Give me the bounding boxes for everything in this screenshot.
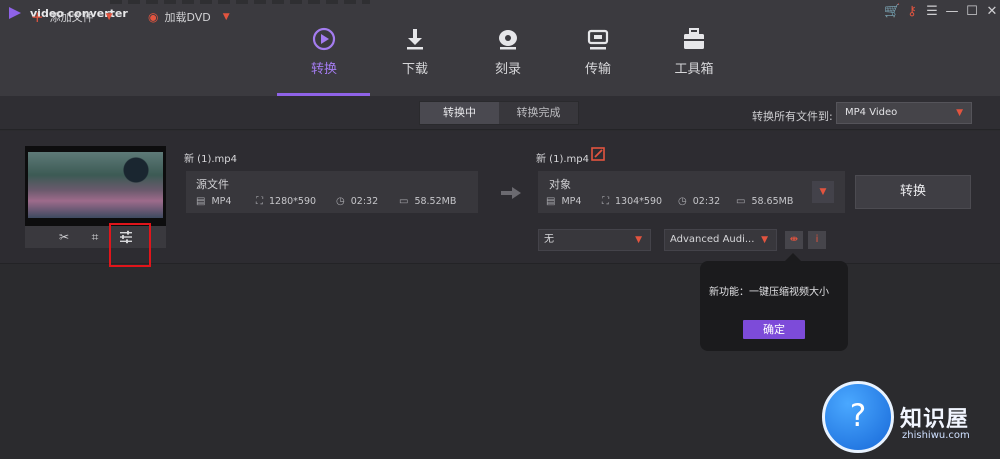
resolution-icon: ⛶ [256, 196, 263, 207]
source-resolution: 1280*590 [269, 196, 317, 207]
subtitle-select[interactable]: 无 ▼ [538, 229, 651, 251]
film-icon: ▤ [546, 196, 556, 207]
source-panel-title: 源文件 [196, 178, 229, 191]
compress-icon: ⇼ [789, 234, 799, 245]
convert-icon [312, 27, 336, 51]
trim-icon[interactable]: ✂ [56, 229, 72, 245]
download-icon [407, 29, 423, 50]
watermark-text: 知识屋 [900, 407, 970, 432]
popup-message: 新功能：一键压缩视频大小 [709, 287, 829, 298]
dvd-icon: ◉ [148, 10, 159, 24]
tab-toolbox[interactable]: 工具箱 [649, 26, 739, 96]
target-size: 58.65MB [751, 196, 794, 207]
transfer-icon [587, 29, 609, 50]
convert-all-label: 转换所有文件到: [752, 110, 833, 123]
audio-track-select[interactable]: Advanced Audi... ▼ [664, 229, 777, 251]
tab-convert-label: 转换 [310, 62, 337, 77]
edit-icon[interactable] [591, 147, 605, 161]
tab-download-label: 下载 [401, 62, 428, 77]
source-format: MP4 [211, 196, 232, 207]
output-format-select[interactable]: MP4 Video ▼ [836, 102, 972, 124]
target-panel-title: 对象 [549, 178, 571, 191]
source-size: 58.52MB [414, 196, 457, 207]
chevron-down-icon: ▼ [761, 235, 768, 245]
svg-text:?: ? [850, 398, 867, 434]
convert-button[interactable]: 转换 [855, 175, 971, 209]
tab-transfer-label: 传输 [584, 62, 611, 77]
title-strip [110, 0, 370, 4]
tab-download[interactable]: 下载 [370, 26, 460, 96]
add-file-button[interactable]: + 添加文件 ▼ [31, 9, 113, 25]
info-icon: i [815, 234, 819, 245]
folder-icon: ▭ [736, 196, 746, 207]
target-format: MP4 [561, 196, 582, 207]
add-file-label: 添加文件 [49, 11, 94, 24]
minimize-icon[interactable]: — [944, 4, 960, 20]
watermark-logo-icon: ? [822, 381, 894, 453]
subtitle-value: 无 [544, 234, 554, 245]
chevron-down-icon: ▼ [819, 187, 827, 197]
tab-transfer[interactable]: 传输 [553, 26, 643, 96]
tab-toolbox-label: 工具箱 [674, 62, 714, 77]
highlight-box [109, 223, 151, 267]
crop-icon[interactable]: ⌗ [87, 229, 103, 245]
target-duration: 02:32 [692, 196, 721, 207]
chevron-down-icon: ▼ [956, 108, 963, 118]
target-format-dropdown[interactable]: ▼ [812, 181, 834, 203]
folder-icon: ▭ [399, 196, 409, 207]
output-format-value: MP4 Video [845, 107, 898, 118]
load-dvd-button[interactable]: ◉ 加载DVD ▼ [148, 9, 230, 25]
maximize-icon[interactable]: ☐ [964, 4, 980, 20]
status-segmented-control: 转换中 转换完成 [419, 101, 579, 125]
video-thumbnail[interactable] [28, 152, 163, 218]
app-logo-icon [9, 7, 21, 19]
menu-icon[interactable]: ☰ [924, 4, 940, 20]
load-dvd-label: 加载DVD [164, 11, 211, 24]
toolbox-icon [684, 28, 704, 49]
source-info-panel: 源文件 ▤ MP4 ⛶ 1280*590 ◷ 02:32 ▭ 58.52MB [186, 171, 478, 213]
chevron-down-icon[interactable]: ▼ [223, 12, 230, 22]
tab-burn[interactable]: 刻录 [463, 26, 553, 96]
tab-converted[interactable]: 转换完成 [499, 102, 578, 124]
tab-burn-label: 刻录 [494, 62, 521, 77]
key-icon[interactable]: ⚷ [904, 4, 920, 20]
compress-button[interactable]: ⇼ [785, 231, 803, 249]
target-info-panel: 对象 ▤ MP4 ⛶ 1304*590 ◷ 02:32 ▭ 58.65MB [538, 171, 845, 213]
popup-confirm-button[interactable]: 确定 [743, 320, 805, 339]
clock-icon: ◷ [336, 196, 345, 207]
tab-converting[interactable]: 转换中 [420, 102, 499, 124]
info-button[interactable]: i [808, 231, 826, 249]
target-resolution: 1304*590 [615, 196, 663, 207]
plus-icon: + [31, 8, 44, 26]
target-filename: 新 (1).mp4 [536, 154, 589, 165]
arrow-right-icon [501, 187, 521, 199]
cart-icon[interactable]: 🛒 [884, 4, 900, 20]
tab-convert[interactable]: 转换 [279, 26, 369, 96]
close-icon[interactable]: ✕ [984, 4, 1000, 20]
burn-icon [499, 30, 517, 50]
film-icon: ▤ [196, 196, 206, 207]
source-filename: 新 (1).mp4 [184, 154, 237, 165]
chevron-down-icon[interactable]: ▼ [106, 12, 113, 22]
resolution-icon: ⛶ [602, 196, 609, 207]
clock-icon: ◷ [678, 196, 687, 207]
chevron-down-icon: ▼ [635, 235, 642, 245]
source-duration: 02:32 [350, 196, 379, 207]
audio-track-value: Advanced Audi... [670, 234, 755, 245]
watermark-subtext: zhishiwu.com [902, 430, 970, 441]
